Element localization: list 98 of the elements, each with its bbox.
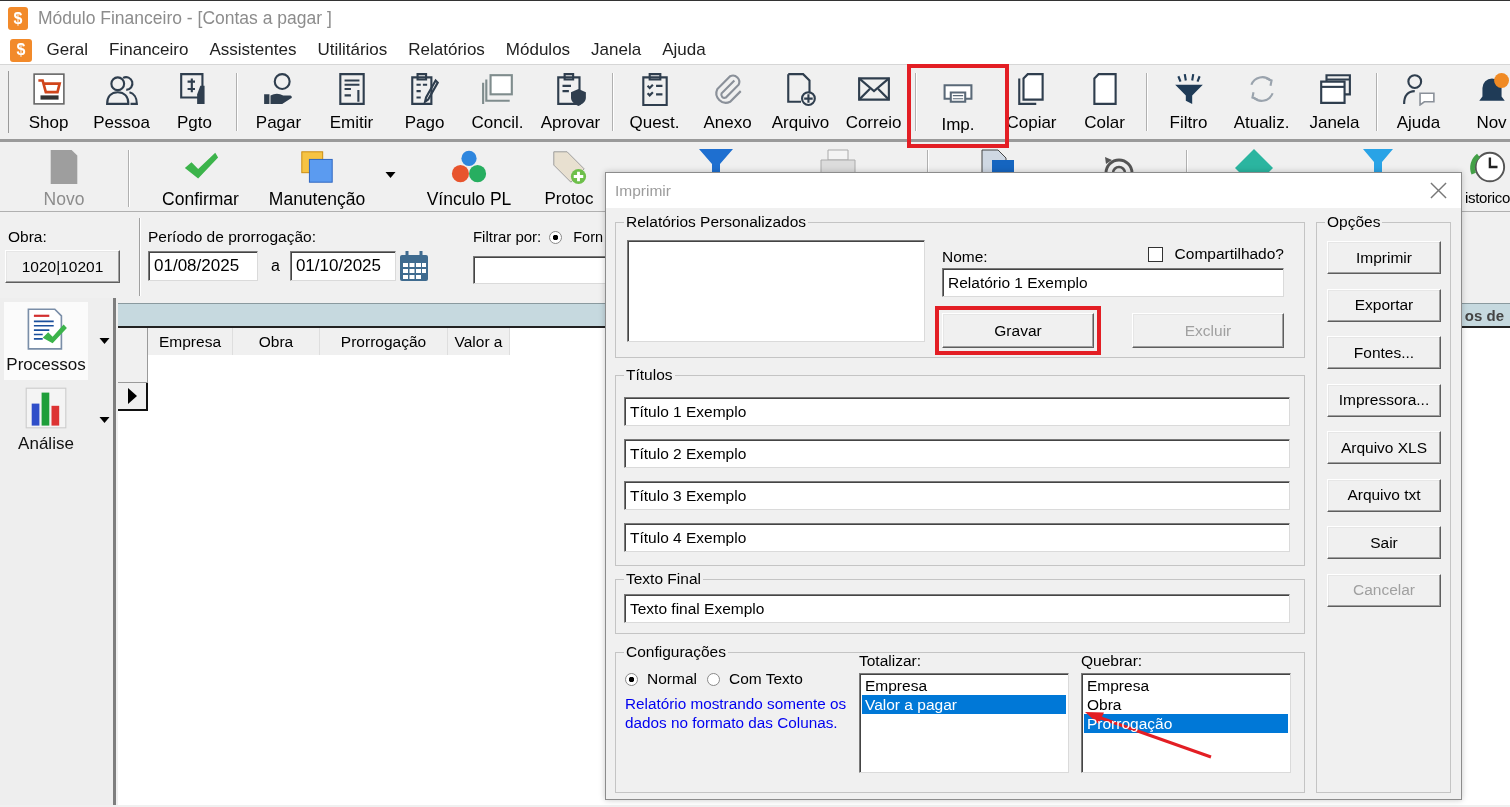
list-label: Totalizar:	[859, 653, 923, 669]
dialog-button[interactable]: Arquivo XLS	[1327, 431, 1441, 464]
banner-text: os de	[1464, 306, 1504, 324]
field-label: Período de prorrogação:	[148, 227, 318, 247]
group-title: Texto Final	[625, 570, 702, 588]
cart-icon	[31, 72, 66, 106]
title-field[interactable]: Título 4 Exemplo	[624, 523, 1290, 552]
row-header-cell[interactable]	[118, 355, 148, 383]
radio-option[interactable]: Forn	[549, 229, 604, 245]
row-header-cell	[118, 328, 148, 355]
squares-icon	[298, 148, 336, 186]
list-item[interactable]: Empresa	[1084, 676, 1288, 695]
toolbar-button[interactable]: Pessoa	[85, 65, 158, 139]
group-title: Opções	[1326, 213, 1382, 231]
toolbar-button[interactable]: Janela	[1298, 65, 1371, 139]
toolbar-button[interactable]: Emitir	[315, 65, 388, 139]
list-box[interactable]	[627, 240, 925, 342]
list-item[interactable]: Empresa	[862, 676, 1066, 695]
list-label: Quebrar:	[1081, 653, 1144, 669]
toolbar-button[interactable]: Atualiz.	[1225, 65, 1298, 139]
column-header[interactable]: Empresa	[148, 328, 233, 355]
toolbar-button[interactable]: Arquivo	[764, 65, 837, 139]
toolbar-button[interactable]: Shop	[12, 65, 85, 139]
toolbar-button[interactable]: Concil.	[461, 65, 534, 139]
date-field[interactable]: 01/10/2025	[289, 251, 396, 281]
toolbar-button[interactable]: Protoc	[533, 142, 605, 211]
stacked-pages-icon	[480, 72, 515, 106]
date-field[interactable]: 01/08/2025	[148, 251, 258, 281]
caret-icon[interactable]	[385, 172, 396, 178]
menu-item[interactable]: Assistentes	[198, 40, 307, 60]
title-field[interactable]: Título 3 Exemplo	[624, 481, 1290, 510]
column-header[interactable]: Prorrogação	[320, 328, 448, 355]
dialog-button[interactable]: Imprimir	[1327, 241, 1441, 274]
caret-icon[interactable]	[99, 337, 110, 344]
toolbar-button[interactable]: Anexo	[691, 65, 764, 139]
row-pointer-icon	[127, 388, 137, 404]
menu-item[interactable]: Janela	[580, 40, 652, 60]
menu-item[interactable]: Utilitários	[306, 40, 398, 60]
windows-icon	[1317, 72, 1352, 106]
dialog-button[interactable]: Impressora...	[1327, 383, 1441, 417]
toolbar-button[interactable]: Nov	[1455, 65, 1510, 139]
obra-button[interactable]: 1020|10201	[5, 250, 120, 283]
dialog-button[interactable]: Sair	[1327, 526, 1441, 559]
document-icon[interactable]	[978, 149, 1014, 173]
field-label: Filtrar por:	[472, 227, 542, 247]
field-label: Nome:	[942, 248, 988, 266]
checkbox-option[interactable]: Compartilhado?	[1147, 245, 1284, 263]
toolbar-button[interactable]: Imp.	[921, 68, 995, 135]
dialog-button[interactable]: Gravar	[942, 313, 1094, 348]
radio-option[interactable]: Normal	[625, 670, 697, 688]
title-field[interactable]: Título 2 Exemplo	[624, 439, 1290, 468]
tag-icon	[550, 148, 588, 186]
printer-icon[interactable]	[820, 149, 856, 173]
menu-item[interactable]: Ajuda	[651, 40, 717, 60]
row-header-cell[interactable]	[118, 383, 148, 411]
field-label: Obra:	[8, 227, 48, 247]
close-icon[interactable]	[1430, 182, 1447, 199]
menu-item[interactable]: Relatórios	[397, 40, 496, 60]
toolbar-button[interactable]: Quest.	[618, 65, 691, 139]
dialog-title: Imprimir	[615, 181, 671, 200]
menu-item[interactable]: Módulos	[495, 40, 581, 60]
caret-icon[interactable]	[99, 416, 110, 423]
column-header[interactable]: Valor a	[448, 328, 510, 355]
description-text: Relatório mostrando somente os dados no formato das Colunas.	[625, 694, 848, 732]
toolbar-button[interactable]: Pago	[388, 65, 461, 139]
toolbar-button[interactable]: Aprovar	[534, 65, 607, 139]
group-title: Relatórios Personalizados	[625, 213, 808, 231]
menu-item[interactable]: Financeiro	[98, 40, 199, 60]
toolbar-button[interactable]: Pagar	[242, 65, 315, 139]
name-field[interactable]: Relatório 1 Exemplo	[942, 268, 1284, 297]
toolbar-button[interactable]: Vínculo PL	[410, 142, 528, 211]
app-icon: $	[8, 7, 28, 30]
group-title: Configurações	[625, 643, 727, 661]
sidebar-item[interactable]: Processos	[4, 301, 88, 380]
radio-option[interactable]: Com Texto	[706, 670, 803, 688]
toolbar-button[interactable]: Correio	[837, 65, 910, 139]
dialog-button[interactable]: Fontes...	[1327, 336, 1441, 369]
title-field[interactable]: Título 1 Exemplo	[624, 397, 1290, 426]
toolbar-button[interactable]: Colar	[1068, 65, 1141, 139]
toolbar-button[interactable]: istorico	[1464, 142, 1510, 211]
menu-item[interactable]: Geral	[36, 40, 99, 60]
group-title: Títulos	[625, 366, 674, 384]
list-item[interactable]: Obra	[1084, 695, 1288, 714]
toolbar-button[interactable]: Ajuda	[1382, 65, 1455, 139]
person-chat-icon	[1401, 72, 1436, 106]
list-item[interactable]: Valor a pagar	[862, 695, 1066, 714]
column-header[interactable]: Obra	[233, 328, 320, 355]
dialog-button[interactable]: Exportar	[1327, 288, 1441, 322]
toolbar-button[interactable]: Manutenção	[266, 142, 368, 211]
final-text-field[interactable]: Texto final Exemplo	[624, 594, 1290, 623]
toolbar-button[interactable]: Pgto	[158, 65, 231, 139]
toolbar-button[interactable]: Filtro	[1152, 65, 1225, 139]
range-separator: a	[271, 257, 280, 275]
toolbar-button[interactable]: Confirmar	[135, 142, 266, 211]
window-title: Módulo Financeiro - [Contas a pagar ]	[38, 8, 332, 29]
calendar-icon[interactable]	[398, 250, 429, 282]
sidebar-item[interactable]: Análise	[4, 380, 88, 459]
dialog-button[interactable]: Arquivo txt	[1327, 478, 1441, 512]
